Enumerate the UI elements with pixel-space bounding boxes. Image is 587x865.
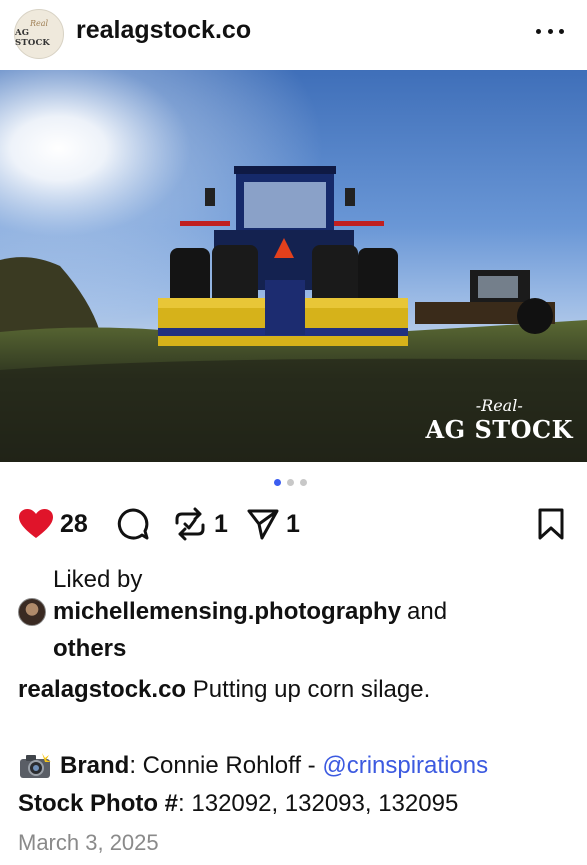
send-icon [247,509,279,540]
liked-by-and: and [407,598,448,625]
stock-label: Stock Photo # [18,790,179,817]
liker-username[interactable]: michellemensing.photography [53,598,401,626]
carousel-dot-3 [300,479,307,486]
repost-count: 1 [214,509,228,538]
action-bar: 28 1 1 [0,506,587,544]
brand-credit: Brand : Connie Rohloff - @crinspirations [18,752,488,780]
more-options-icon[interactable] [536,24,564,38]
share-count: 1 [286,509,300,538]
liked-by-label: Liked by [53,566,143,593]
camera-flash-icon [20,753,51,778]
avatar-logo-big: AG STOCK [15,28,51,48]
post-header: Real AG STOCK realagstock.co [0,0,587,70]
post-date: March 3, 2025 [18,830,159,855]
liker-avatar[interactable] [18,598,46,626]
brand-label: Brand [60,752,130,779]
watermark-logo: -Real- AG STOCK [425,396,573,445]
like-button[interactable]: 28 [18,506,88,542]
post-photo[interactable]: -Real- AG STOCK [0,70,587,462]
repost-icon [175,507,205,541]
carousel-dot-2 [287,479,294,486]
account-avatar[interactable]: Real AG STOCK [14,9,64,59]
post-caption: realagstock.co Putting up corn silage. [18,676,430,704]
bookmark-icon [538,508,564,540]
stock-value: : 132092, 132093, 132095 [178,790,459,817]
caption-text: Putting up corn silage. [192,676,431,703]
share-button[interactable]: 1 [246,506,300,542]
account-username[interactable]: realagstock.co [76,16,251,45]
brand-value: : Connie Rohloff - [129,752,323,779]
carousel-dot-1 [274,479,281,486]
liked-by-row: michellemensing.photography and [18,598,578,626]
comment-icon [117,508,149,540]
like-count: 28 [60,509,88,538]
avatar-logo-small: Real [29,19,49,28]
repost-button[interactable]: 1 [172,506,228,542]
liked-by-others[interactable]: others [53,635,126,663]
stock-photo-numbers: Stock Photo #: 132092, 132093, 132095 [18,790,458,818]
heart-icon [19,509,53,538]
caption-username[interactable]: realagstock.co [18,676,186,703]
brand-handle-link[interactable]: @crinspirations [322,752,488,780]
carousel-indicator [274,479,307,486]
comment-button[interactable] [116,506,150,542]
save-button[interactable] [538,506,564,542]
